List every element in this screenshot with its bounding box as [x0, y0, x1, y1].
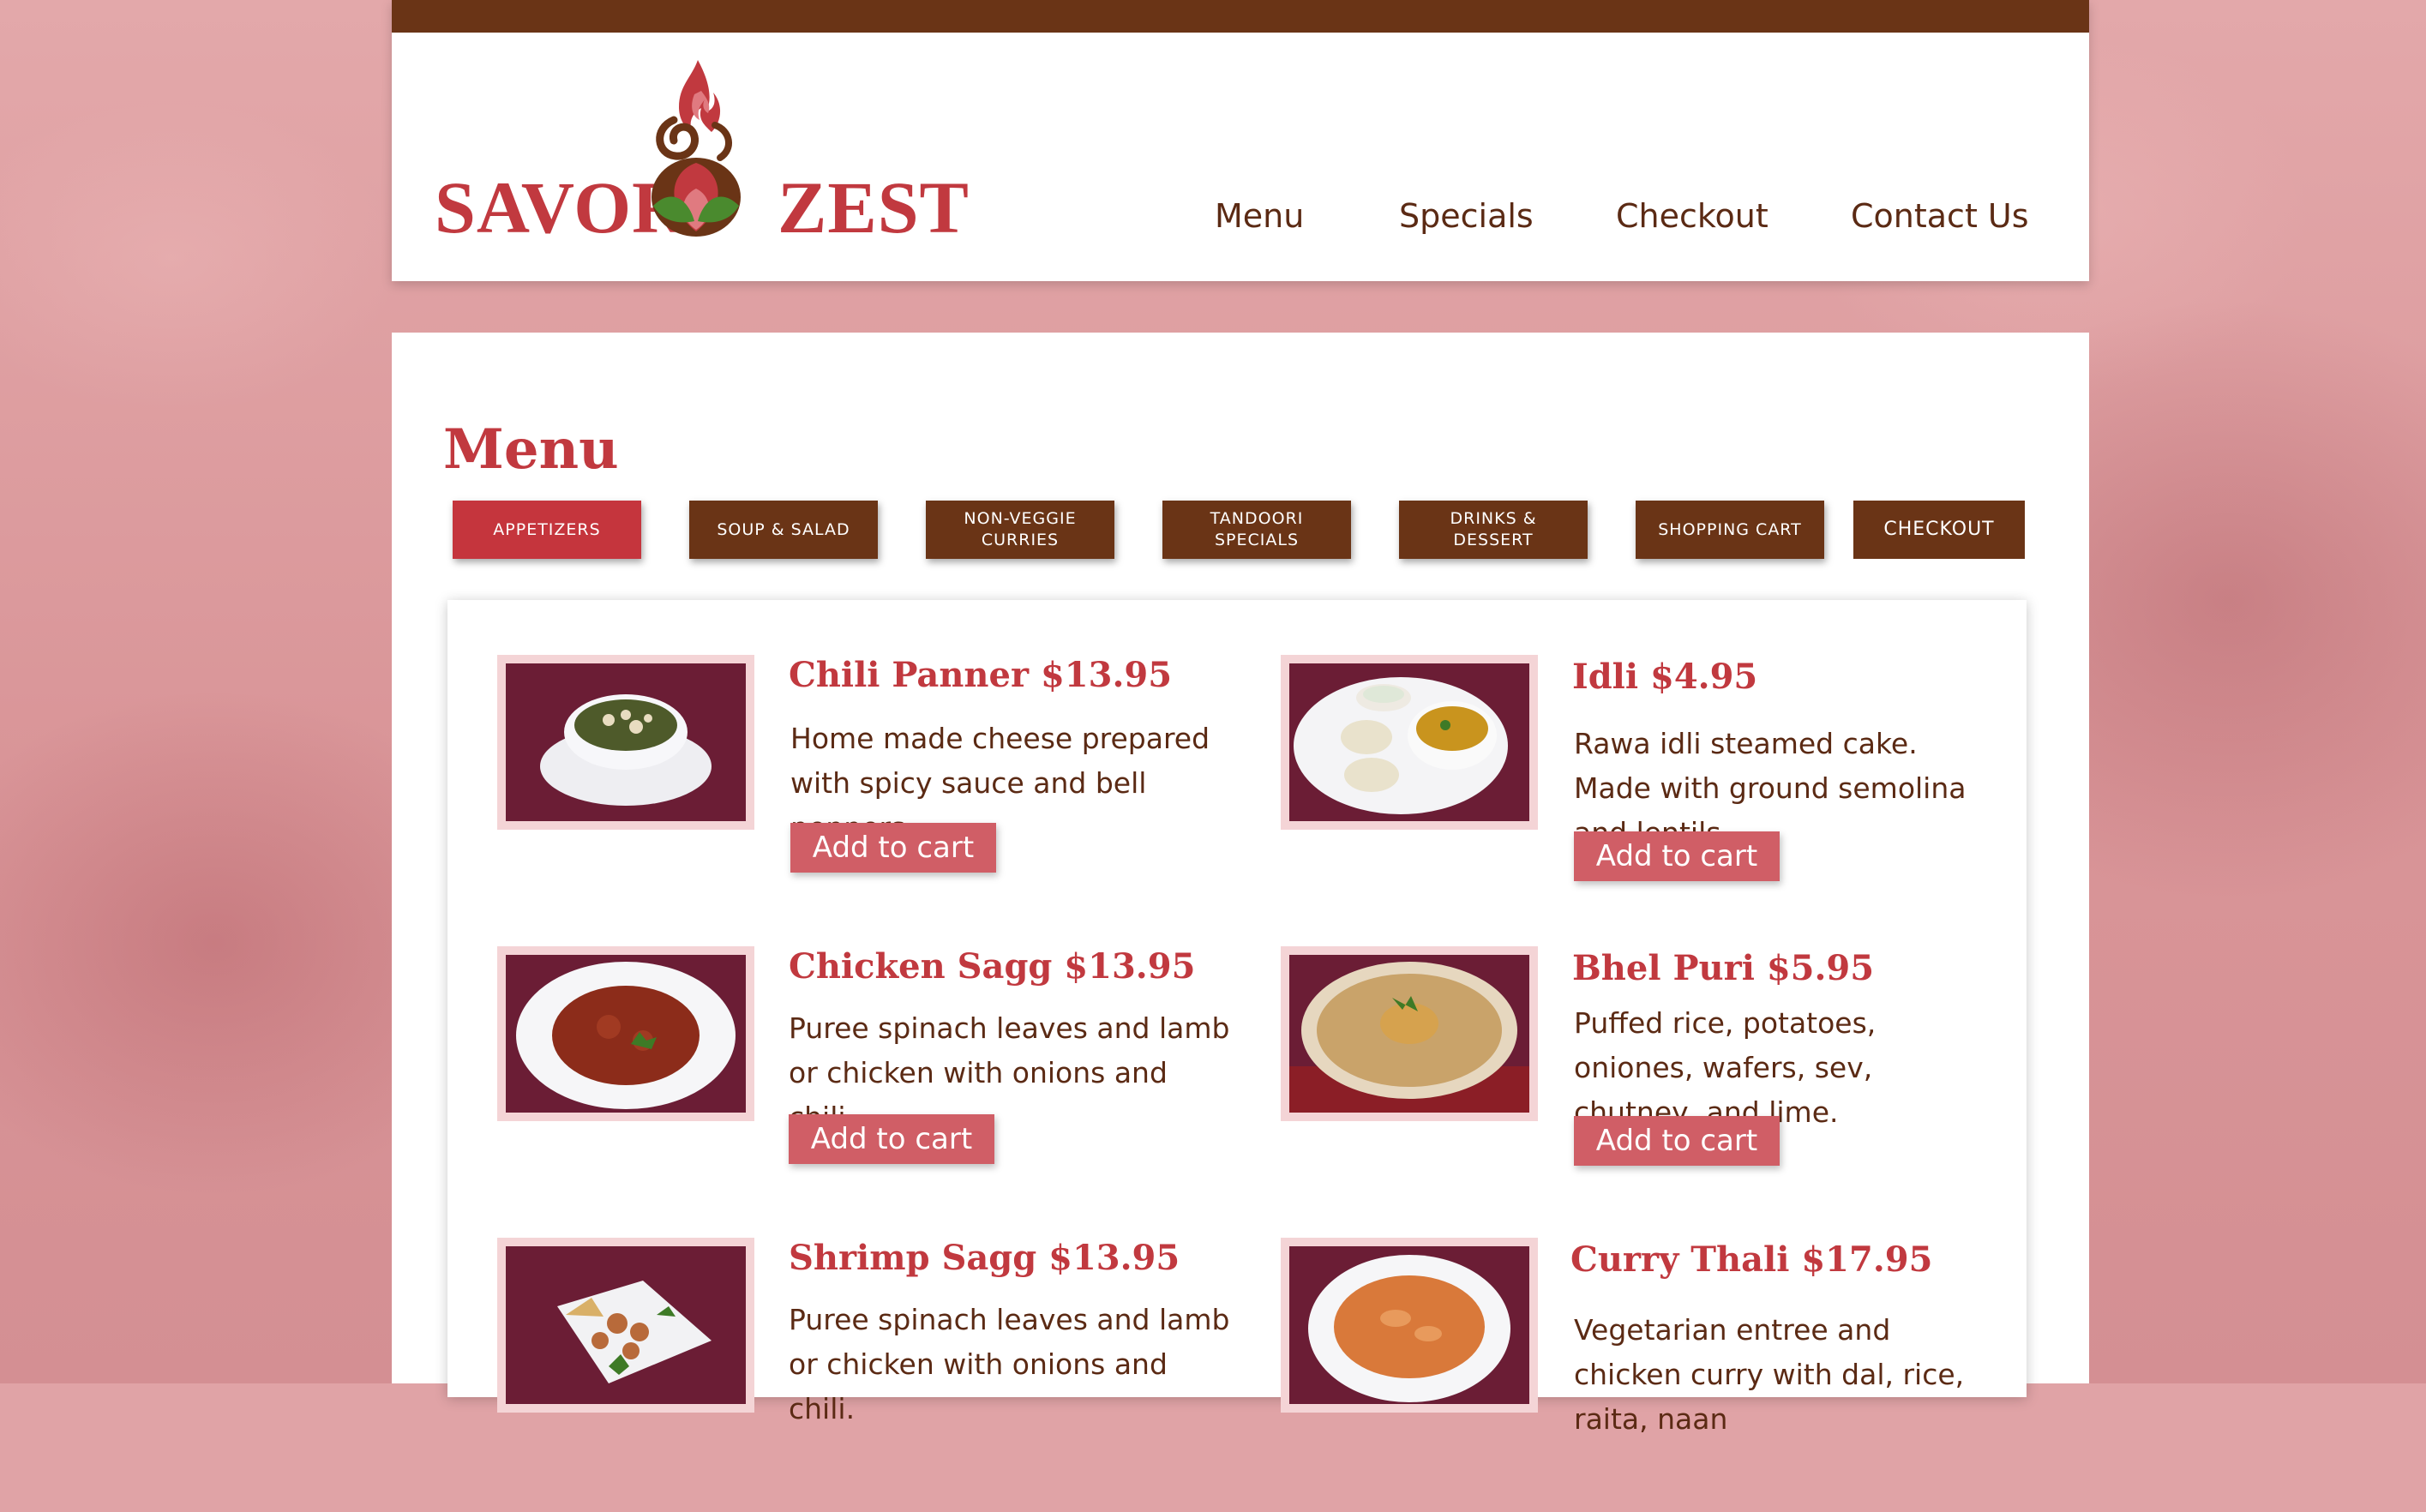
add-to-cart-button[interactable]: Add to cart — [790, 823, 996, 873]
menu-item-card: Chicken Sagg $13.95 Puree spinach leaves… — [497, 946, 1252, 1221]
plate-red-curry-icon — [506, 955, 746, 1113]
category-shopping-cart-button[interactable]: SHOPPING CART — [1636, 501, 1824, 559]
category-appetizers-button[interactable]: APPETIZERS — [453, 501, 641, 559]
dish-description: Puree spinach leaves and lamb or chicken… — [789, 1303, 1230, 1425]
dish-name: Curry Thali $17.95 — [1570, 1239, 1933, 1280]
dish-name: Shrimp Sagg $13.95 — [789, 1238, 1180, 1278]
shrimp-plate-icon — [506, 1246, 746, 1404]
bowl-green-curry-icon — [506, 663, 746, 821]
dish-name: Idli $4.95 — [1572, 657, 1758, 697]
dish-name: Chili Panner $13.95 — [789, 655, 1173, 695]
add-to-cart-button[interactable]: Add to cart — [1574, 1116, 1780, 1166]
dish-name: Chicken Sagg $13.95 — [789, 946, 1196, 987]
bhel-puri-plate-icon — [1289, 955, 1529, 1113]
dish-photo — [1281, 946, 1538, 1121]
category-soup-salad-button[interactable]: SOUP & SALAD — [689, 501, 878, 559]
menu-item-card: Chili Panner $13.95 Home made cheese pre… — [497, 655, 1252, 929]
menu-item-card: Idli $4.95 Rawa idli steamed cake. Made … — [1281, 655, 2035, 929]
menu-item-card: Shrimp Sagg $13.95 Puree spinach leaves … — [497, 1238, 1252, 1512]
main-content: Menu APPETIZERS SOUP & SALAD NON-VEGGIE … — [392, 333, 2089, 1436]
orange-curry-bowl-icon — [1289, 1246, 1529, 1404]
menu-item-card: Bhel Puri $5.95 Puffed rice, potatoes, o… — [1281, 946, 2035, 1221]
nav-item-contact-us[interactable]: Contact Us — [1851, 197, 2029, 235]
page-title: Menu — [443, 417, 619, 482]
category-non-veggie-curries-button[interactable]: NON-VEGGIE CURRIES — [926, 501, 1114, 559]
dish-photo — [497, 655, 754, 830]
add-to-cart-button[interactable]: Add to cart — [789, 1114, 994, 1164]
header-top-strip — [392, 0, 2089, 33]
idli-plate-icon — [1289, 663, 1529, 821]
menu-items-panel: Chili Panner $13.95 Home made cheese pre… — [447, 600, 2027, 1436]
dish-photo — [1281, 655, 1538, 830]
add-to-cart-button[interactable]: Add to cart — [1574, 831, 1780, 881]
dish-description: Vegetarian entree and chicken curry with… — [1574, 1313, 1965, 1436]
dish-name: Bhel Puri $5.95 — [1572, 948, 1875, 988]
category-tandoori-specials-button[interactable]: TANDOORI SPECIALS — [1162, 501, 1351, 559]
dish-photo — [1281, 1238, 1538, 1413]
nav-item-specials[interactable]: Specials — [1399, 197, 1534, 235]
category-drinks-dessert-button[interactable]: DRINKS & DESSERT — [1399, 501, 1588, 559]
site-header: SAVOR ZEST Menu Specials Checkout Contac… — [392, 0, 2089, 281]
checkout-button[interactable]: CHECKOUT — [1853, 501, 2025, 559]
nav-item-checkout[interactable]: Checkout — [1616, 197, 1768, 235]
dish-description: Puffed rice, potatoes, oniones, wafers, … — [1574, 1006, 1877, 1129]
nav-item-menu[interactable]: Menu — [1215, 197, 1304, 235]
menu-item-card: Curry Thali $17.95 Vegetarian entree and… — [1281, 1238, 2035, 1512]
main-nav: Menu Specials Checkout Contact Us — [392, 197, 2089, 249]
dish-photo — [497, 1238, 754, 1413]
dish-photo — [497, 946, 754, 1121]
